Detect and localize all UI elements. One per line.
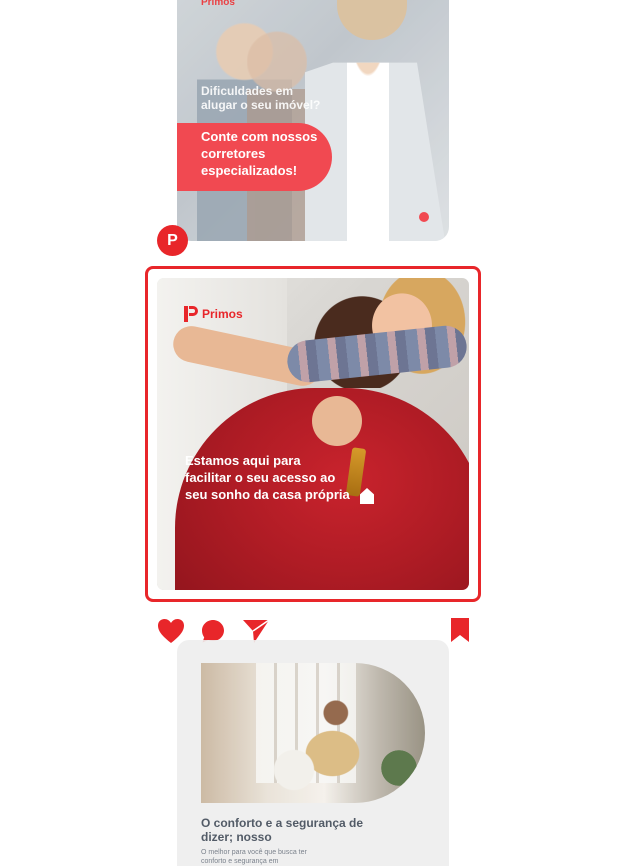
- save-button[interactable]: [449, 617, 471, 643]
- next-post-image[interactable]: O conforto e a segurança de dizer; nosso…: [177, 640, 449, 866]
- hand-holding-keys: [312, 396, 362, 446]
- primos-mark-icon: [184, 306, 198, 322]
- post-question-text: Dificuldades em alugar o seu imóvel?: [201, 84, 321, 112]
- person-hair: [337, 0, 407, 40]
- profile-avatar[interactable]: P: [157, 225, 188, 256]
- previous-post-image[interactable]: Primos Dificuldades em alugar o seu imóv…: [177, 0, 449, 241]
- family-photo: [201, 663, 425, 803]
- brand-logo-text: Primos: [201, 0, 235, 8]
- primos-logo-icon: P: [167, 231, 178, 249]
- post-headline: Estamos aqui para facilitar o seu acesso…: [185, 453, 350, 502]
- heart-icon: [158, 619, 184, 643]
- main-post-image[interactable]: Primos Estamos aqui para facilitar o seu…: [157, 278, 469, 590]
- carousel-indicator-dot: [419, 212, 429, 222]
- next-post-body: O melhor para você que busca ter confort…: [201, 849, 307, 865]
- family-people: [261, 693, 371, 803]
- brand-name: Primos: [202, 307, 243, 321]
- next-post-title: O conforto e a segurança de dizer; nosso: [201, 816, 364, 844]
- bookmark-icon: [451, 618, 469, 642]
- brand-logo: Primos: [184, 306, 243, 322]
- photo-plant: [379, 743, 419, 793]
- like-button[interactable]: [156, 617, 186, 645]
- cta-text: Conte com nossos corretores especializad…: [201, 129, 318, 178]
